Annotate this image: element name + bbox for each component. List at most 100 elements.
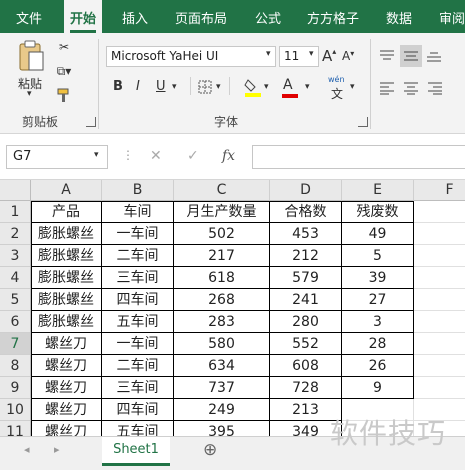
column-header[interactable]: F [414,180,465,201]
table-cell[interactable]: 四车间 [102,399,174,421]
table-cell[interactable]: 268 [174,289,270,311]
table-cell[interactable] [414,333,465,355]
row-header[interactable]: 4 [0,267,31,289]
row-header[interactable]: 7 [0,333,31,355]
table-cell[interactable]: 五车间 [102,421,174,436]
row-header[interactable]: 11 [0,421,31,436]
font-name-select[interactable]: Microsoft YaHei UI [106,46,276,67]
table-cell[interactable]: 737 [174,377,270,399]
column-header[interactable]: D [270,180,342,201]
table-cell[interactable]: 膨胀螺丝 [31,311,102,333]
table-cell[interactable]: 一车间 [102,223,174,245]
row-header[interactable]: 8 [0,355,31,377]
table-cell[interactable] [414,311,465,333]
align-center-icon[interactable] [402,79,420,97]
table-cell[interactable]: 280 [270,311,342,333]
align-bottom-icon[interactable] [425,47,443,65]
table-cell[interactable] [414,267,465,289]
table-cell[interactable]: 502 [174,223,270,245]
table-cell[interactable] [414,355,465,377]
table-cell[interactable]: 膨胀螺丝 [31,267,102,289]
tab-insert[interactable]: 插入 [122,8,148,27]
paste-dropdown-icon[interactable]: ▾ [27,89,32,99]
table-cell[interactable]: 螺丝刀 [31,355,102,377]
table-cell[interactable]: 螺丝刀 [31,399,102,421]
underline-button[interactable]: U [156,79,166,94]
table-cell[interactable]: 螺丝刀 [31,333,102,355]
tab-file[interactable]: 文件 [16,8,42,27]
row-header[interactable]: 10 [0,399,31,421]
table-cell[interactable]: 28 [342,333,414,355]
table-cell[interactable]: 螺丝刀 [31,421,102,436]
table-cell[interactable]: 三车间 [102,267,174,289]
table-header-cell[interactable]: 残废数 [342,201,414,223]
font-launcher-icon[interactable] [358,117,368,127]
table-cell[interactable]: 三车间 [102,377,174,399]
table-cell[interactable]: 634 [174,355,270,377]
table-cell[interactable]: 二车间 [102,245,174,267]
fill-color-dropdown-icon[interactable]: ▾ [264,82,269,92]
table-cell[interactable]: 膨胀螺丝 [31,289,102,311]
table-cell[interactable]: 3 [342,311,414,333]
table-cell[interactable]: 螺丝刀 [31,377,102,399]
sheet-tab-sheet1[interactable]: Sheet1 [102,437,170,466]
table-header-cell[interactable]: 月生产数量 [174,201,270,223]
table-cell[interactable]: 26 [342,355,414,377]
align-top-icon[interactable] [378,47,396,65]
shrink-font-button[interactable]: A▾ [342,49,354,63]
tab-data[interactable]: 数据 [386,8,412,27]
table-cell[interactable]: 241 [270,289,342,311]
phonetic-button[interactable]: 文 [331,85,343,102]
table-header-cell[interactable]: 产品 [31,201,102,223]
table-cell[interactable]: 249 [174,399,270,421]
table-cell[interactable]: 212 [270,245,342,267]
grow-font-button[interactable]: A▴ [322,47,336,65]
table-cell[interactable]: 5 [342,245,414,267]
table-cell[interactable] [414,289,465,311]
table-cell[interactable] [414,377,465,399]
clipboard-launcher-icon[interactable] [86,117,96,127]
table-cell[interactable]: 579 [270,267,342,289]
cut-icon[interactable]: ✂ [56,39,72,55]
row-header[interactable]: 3 [0,245,31,267]
select-all-corner[interactable] [0,180,31,201]
column-header[interactable]: B [102,180,174,201]
bold-button[interactable]: B [113,79,123,94]
cancel-icon[interactable]: ✕ [150,148,162,164]
table-cell[interactable]: 728 [270,377,342,399]
table-cell[interactable]: 9 [342,377,414,399]
table-cell[interactable]: 217 [174,245,270,267]
row-header[interactable]: 1 [0,201,31,223]
font-color-button[interactable]: A [282,77,298,98]
name-box[interactable]: G7 [6,145,108,169]
phonetic-dropdown-icon[interactable]: ▾ [350,82,355,92]
format-painter-icon[interactable] [56,87,72,103]
row-header[interactable]: 6 [0,311,31,333]
table-cell[interactable]: 608 [270,355,342,377]
table-cell[interactable]: 552 [270,333,342,355]
border-icon[interactable] [197,79,213,95]
table-cell[interactable]: 膨胀螺丝 [31,223,102,245]
row-header[interactable]: 2 [0,223,31,245]
row-header[interactable]: 9 [0,377,31,399]
column-header[interactable]: E [342,180,414,201]
column-header[interactable]: A [31,180,102,201]
tab-formulas[interactable]: 公式 [255,8,281,27]
table-cell[interactable]: 580 [174,333,270,355]
formula-bar-grip-icon[interactable]: ⋮ [122,148,134,162]
table-cell[interactable]: 395 [174,421,270,436]
table-cell[interactable]: 618 [174,267,270,289]
paste-icon[interactable] [16,39,46,75]
border-dropdown-icon[interactable]: ▾ [216,82,221,92]
font-size-dropdown-icon[interactable]: ▾ [309,49,314,59]
table-cell[interactable]: 39 [342,267,414,289]
tab-review[interactable]: 审阅 [439,8,465,27]
italic-button[interactable]: I [136,79,140,94]
table-cell[interactable]: 四车间 [102,289,174,311]
align-right-icon[interactable] [426,79,444,97]
font-color-dropdown-icon[interactable]: ▾ [305,82,310,92]
font-name-dropdown-icon[interactable]: ▾ [266,49,271,59]
table-cell[interactable] [414,223,465,245]
table-header-cell[interactable] [414,201,465,223]
table-cell[interactable] [414,245,465,267]
